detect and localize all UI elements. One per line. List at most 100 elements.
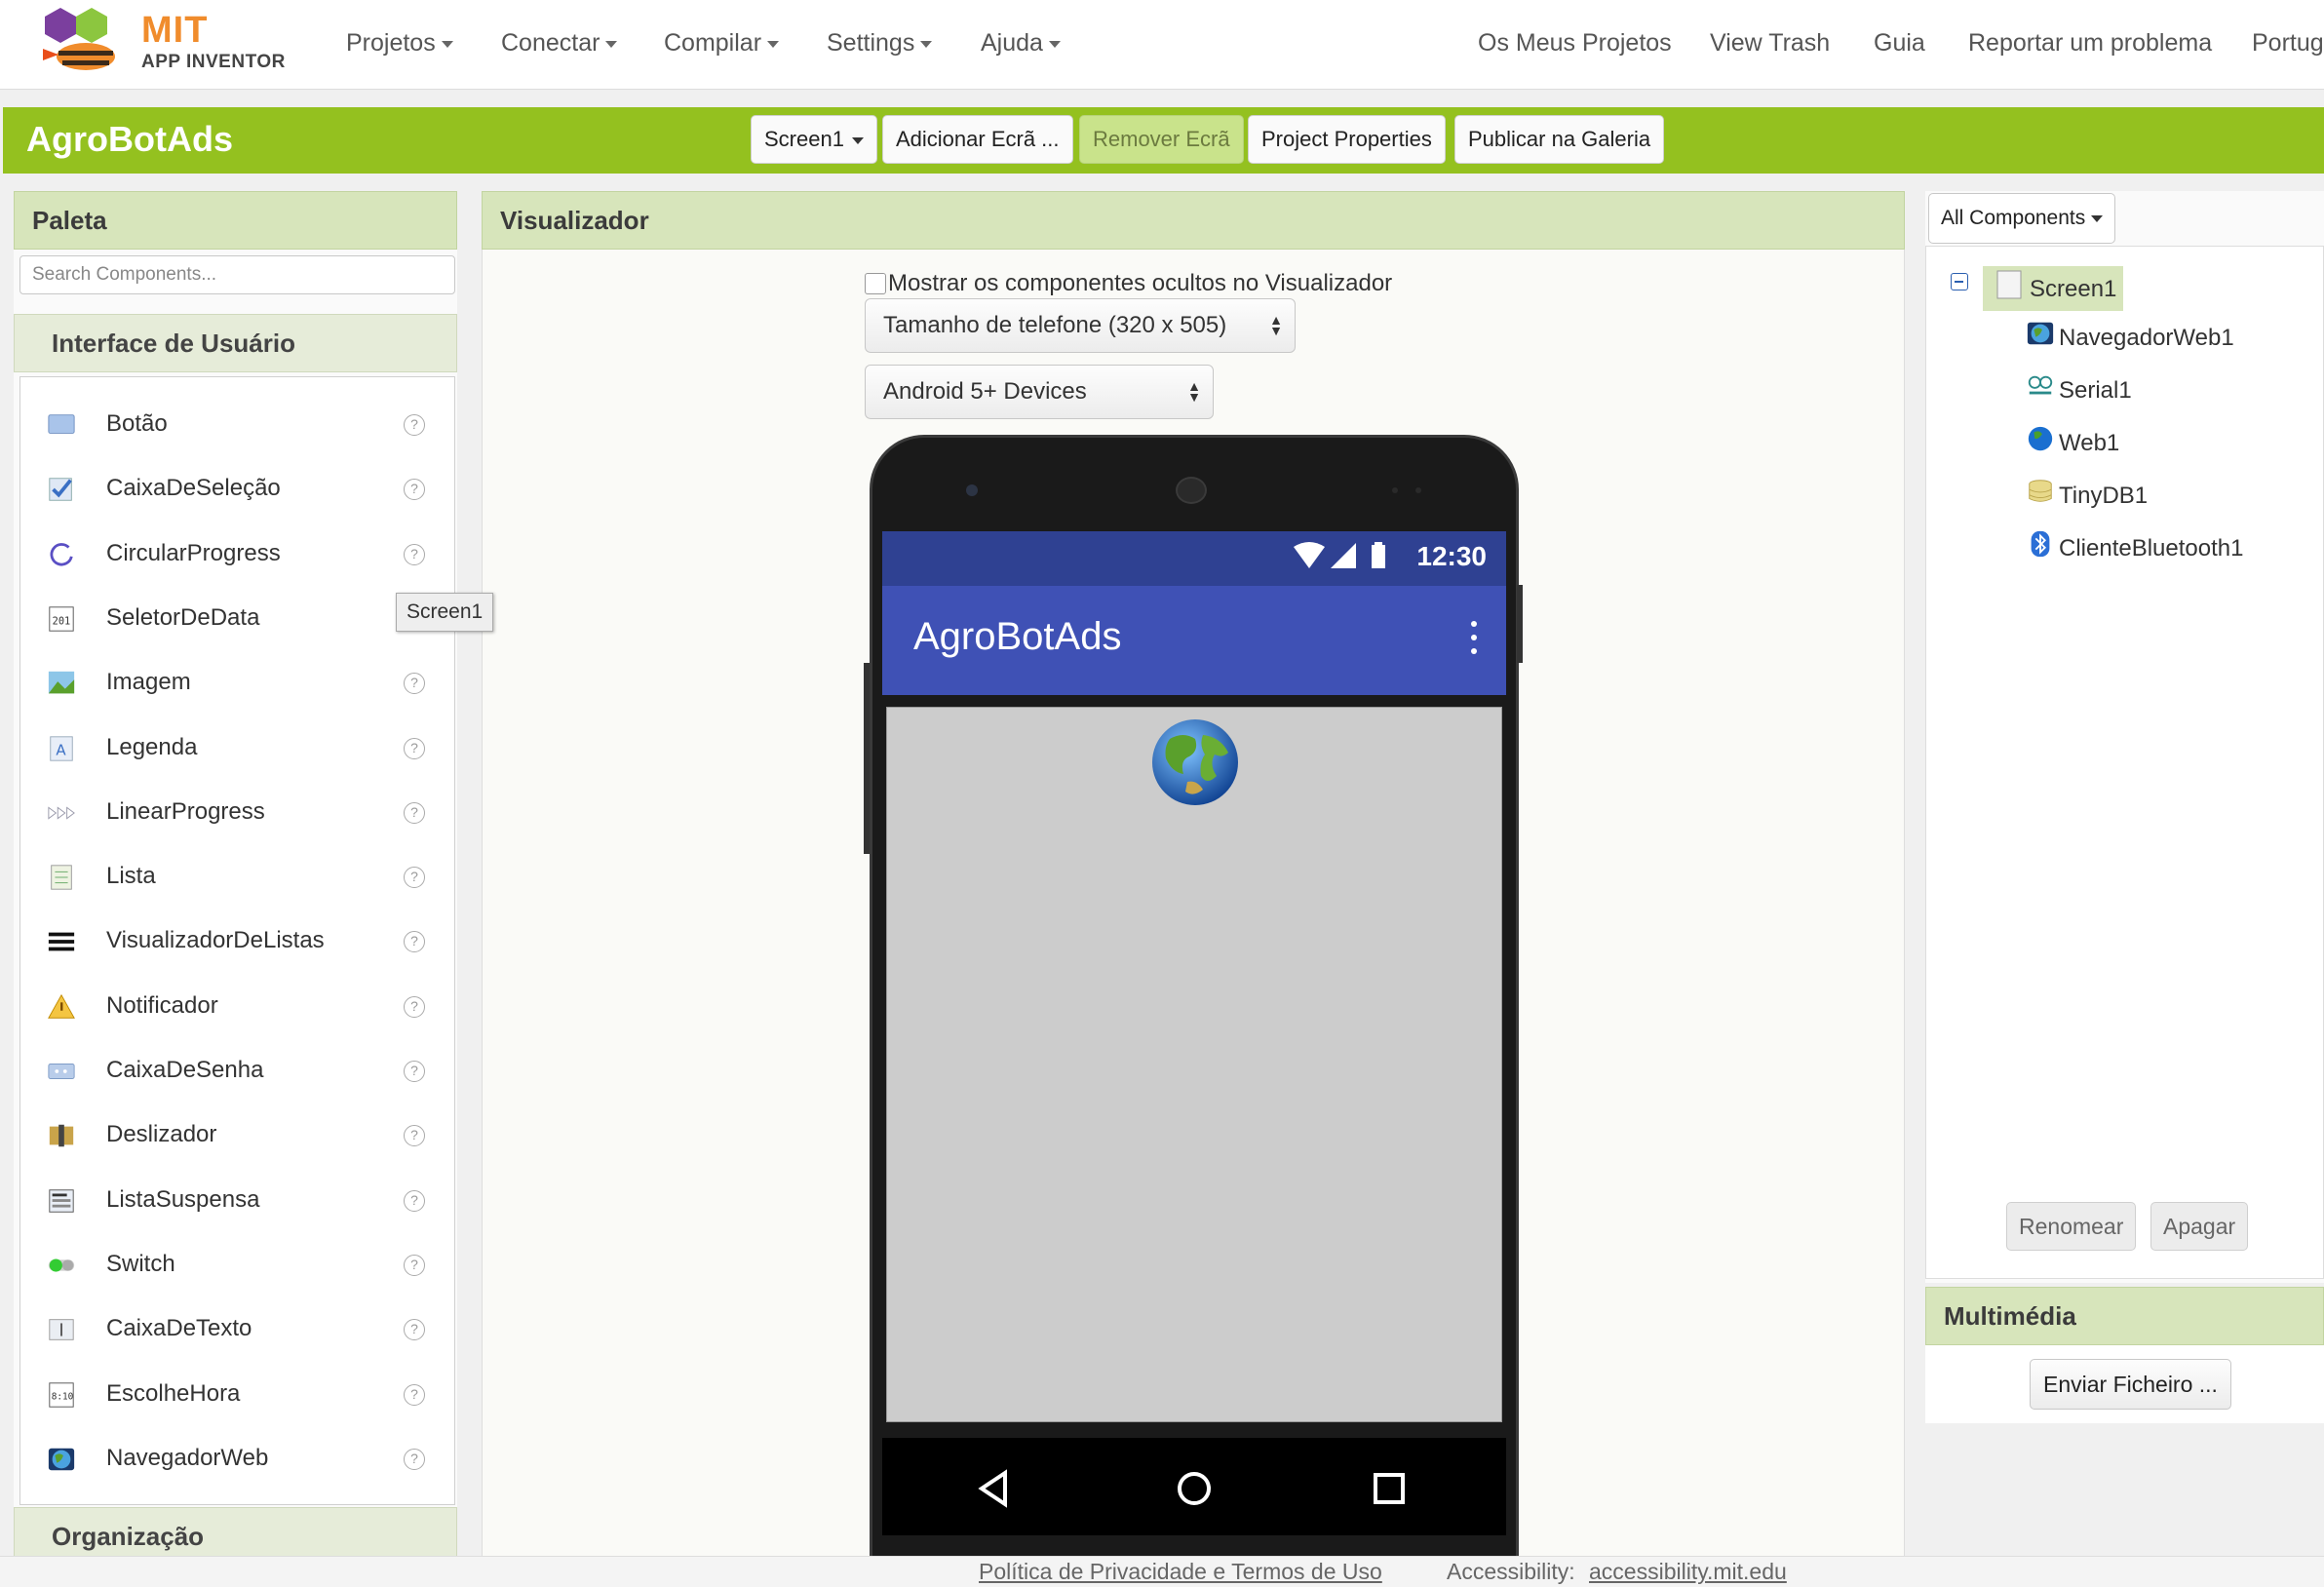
clock-icon: 8:10 [49, 1381, 74, 1408]
show-hidden-checkbox[interactable] [865, 273, 886, 294]
add-screen-button[interactable]: Adicionar Ecrã ... [882, 115, 1073, 164]
palette-item[interactable]: CircularProgress? [20, 523, 454, 587]
help-icon[interactable]: ? [404, 1125, 425, 1147]
palette-item[interactable]: NavegadorWeb? [20, 1427, 454, 1491]
palette-item[interactable]: A Legenda? [20, 716, 454, 781]
palette-item[interactable]: CaixaDeTexto? [20, 1297, 454, 1362]
help-icon[interactable]: ? [404, 414, 425, 436]
calendar-icon: 201 [49, 606, 74, 632]
category-user-interface[interactable]: Interface de Usuário [14, 314, 457, 372]
screen-canvas[interactable] [886, 707, 1502, 1422]
link-view-trash[interactable]: View Trash [1710, 29, 1830, 58]
help-icon[interactable]: ? [404, 1448, 425, 1470]
phone-status-bar: 12:30 [882, 531, 1506, 586]
status-time: 12:30 [1416, 541, 1487, 571]
palette-item[interactable]: CaixaDeSenha? [20, 1039, 454, 1103]
device-select[interactable]: Android 5+ Devices ▲ ▼ [865, 365, 1214, 419]
caret-down-icon [851, 136, 864, 144]
palette-item[interactable]: ListaSuspensa? [20, 1169, 454, 1233]
textbox-icon [49, 1319, 74, 1340]
caret-down-icon [1048, 40, 1061, 48]
menu-ajuda[interactable]: Ajuda [981, 29, 1061, 58]
palette-item[interactable]: Switch? [20, 1233, 454, 1297]
warning-icon [48, 993, 75, 1019]
components-panel: All Components Screen1 NavegadorWeb1 Seri… [1925, 191, 2324, 1283]
menu-compilar[interactable]: Compilar [664, 29, 780, 58]
tree-node-screen1[interactable]: Screen1 [1983, 266, 2123, 311]
help-icon[interactable]: ? [404, 543, 425, 565]
help-icon[interactable]: ? [404, 1061, 425, 1082]
upload-file-button[interactable]: Enviar Ficheiro ... [2030, 1359, 2231, 1410]
palette-item[interactable]: Deslizador? [20, 1103, 454, 1168]
more-vert-icon [1471, 621, 1477, 654]
help-icon[interactable]: ? [404, 801, 425, 824]
help-icon[interactable]: ? [404, 1319, 425, 1341]
mit-app-inventor-logo[interactable]: MIT APP INVENTOR [43, 6, 287, 82]
help-icon[interactable]: ? [404, 867, 425, 889]
privacy-link[interactable]: Política de Privacidade e Termos de Uso [979, 1559, 1382, 1585]
help-icon[interactable]: ? [404, 1383, 425, 1406]
palette-item[interactable]: CaixaDeSeleção? [20, 457, 454, 522]
palette-item[interactable]: 201SeletorDeData? [20, 587, 454, 651]
button-icon [48, 414, 75, 434]
tree-label-screen1: Screen1 [2030, 276, 2117, 302]
project-properties-button[interactable]: Project Properties [1248, 115, 1446, 164]
help-icon[interactable]: ? [404, 931, 425, 953]
link-guide[interactable]: Guia [1874, 29, 1925, 58]
menu-label: Settings [827, 29, 915, 57]
palette-item[interactable]: Imagem? [20, 651, 454, 716]
components-filter-dropdown[interactable]: All Components [1928, 193, 2116, 244]
globe-icon [2028, 426, 2053, 451]
menu-projetos[interactable]: Projetos [346, 29, 453, 58]
circular-progress-icon [50, 542, 73, 566]
link-report-problem[interactable]: Reportar um problema [1968, 29, 2212, 58]
phone-size-select[interactable]: Tamanho de telefone (320 x 505) ▲ ▼ [865, 298, 1296, 353]
publish-gallery-button[interactable]: Publicar na Galeria [1454, 115, 1665, 164]
app-title: AgroBotAds [913, 615, 1122, 658]
accessibility-link[interactable]: accessibility.mit.edu [1589, 1559, 1787, 1585]
caret-down-icon [605, 40, 618, 48]
help-icon[interactable]: ? [404, 1189, 425, 1212]
component-search-input[interactable] [19, 255, 455, 294]
menu-conectar[interactable]: Conectar [501, 29, 618, 58]
palette-item-label: CaixaDeTexto [106, 1315, 252, 1342]
menu-settings[interactable]: Settings [827, 29, 933, 58]
palette-item-label: EscolheHora [106, 1379, 241, 1407]
tree-node-label: Web1 [2059, 430, 2120, 456]
help-icon[interactable]: ? [404, 673, 425, 695]
globe-icon[interactable] [1150, 717, 1240, 807]
tree-node-label: Serial1 [2059, 377, 2132, 404]
palette-item[interactable]: Notificador? [20, 975, 454, 1039]
bee-logo-icon [43, 8, 115, 70]
palette-item[interactable]: Botão? [20, 393, 454, 457]
app-bar: AgroBotAds [882, 586, 1506, 695]
help-icon[interactable]: ? [404, 737, 425, 759]
help-icon[interactable]: ? [404, 1254, 425, 1276]
label-icon: A [50, 735, 73, 761]
linear-progress-icon [48, 806, 75, 820]
home-icon [1178, 1472, 1211, 1505]
phone-power-button [1517, 585, 1523, 663]
link-my-projects[interactable]: Os Meus Projetos [1478, 29, 1672, 58]
language-menu[interactable]: Portug [2252, 29, 2324, 58]
screen-tooltip: Screen1 [396, 593, 494, 632]
spinner-icon [49, 1188, 74, 1213]
palette-item[interactable]: 8:10 EscolheHora? [20, 1363, 454, 1427]
phone-nav-bar [882, 1438, 1506, 1535]
help-icon[interactable]: ? [404, 995, 425, 1018]
menu-label: Compilar [664, 29, 762, 57]
collapse-icon[interactable] [1951, 273, 1968, 290]
help-icon[interactable]: ? [404, 479, 425, 501]
screen-select-button[interactable]: Screen1 [751, 115, 877, 164]
palette-item-label: SeletorDeData [106, 603, 260, 631]
rename-button[interactable]: Renomear [2006, 1202, 2137, 1251]
remove-screen-button[interactable]: Remover Ecrã [1079, 115, 1244, 164]
logo-app-inventor-text: APP INVENTOR [141, 52, 286, 72]
password-icon [48, 1064, 75, 1079]
image-icon [48, 672, 75, 694]
web-viewer-icon [48, 1448, 75, 1471]
palette-item[interactable]: VisualizadorDeListas? [20, 910, 454, 974]
palette-item[interactable]: LinearProgress? [20, 781, 454, 845]
palette-item[interactable]: Lista? [20, 845, 454, 910]
delete-button[interactable]: Apagar [2150, 1202, 2249, 1251]
